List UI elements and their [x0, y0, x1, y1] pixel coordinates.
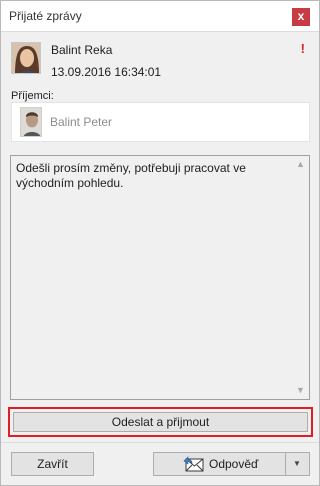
send-receive-button[interactable]: Odeslat a přijmout [13, 412, 308, 432]
recipient-avatar [20, 107, 42, 137]
sender-name: Balint Reka [51, 43, 113, 57]
footer-divider [1, 442, 319, 443]
high-priority-icon: ! [300, 41, 305, 56]
close-button[interactable]: Zavřít [11, 452, 94, 476]
sender-avatar [11, 42, 41, 74]
send-receive-highlight: Odeslat a přijmout [8, 407, 313, 437]
reply-button[interactable]: Odpověď [154, 453, 286, 475]
title-bar: Přijaté zprávy x [1, 1, 319, 32]
reply-label: Odpověď [209, 457, 259, 471]
message-timestamp: 13.09.2016 16:34:01 [51, 65, 162, 79]
window-title: Přijaté zprávy [9, 9, 82, 23]
reply-split-button: Odpověď ▼ [153, 452, 310, 476]
message-body[interactable]: Odešli prosím změny, potřebuji pracovat … [16, 161, 286, 191]
scroll-down-icon[interactable]: ▼ [292, 382, 309, 399]
message-scrollbar[interactable]: ▲ ▼ [292, 156, 309, 399]
close-window-button[interactable]: x [292, 8, 310, 26]
received-messages-window: Přijaté zprávy x Balint Reka 13.09.2016 … [0, 0, 320, 486]
recipient-name[interactable]: Balint Peter [50, 115, 112, 129]
recipients-label: Příjemci: [11, 90, 54, 102]
scroll-up-icon[interactable]: ▲ [292, 156, 309, 173]
recipients-list: Balint Peter [11, 102, 310, 142]
message-body-area[interactable]: Odešli prosím změny, potřebuji pracovat … [10, 155, 310, 400]
chevron-down-icon: ▼ [293, 459, 301, 468]
reply-options-dropdown[interactable]: ▼ [285, 453, 309, 475]
reply-envelope-icon [183, 455, 205, 473]
